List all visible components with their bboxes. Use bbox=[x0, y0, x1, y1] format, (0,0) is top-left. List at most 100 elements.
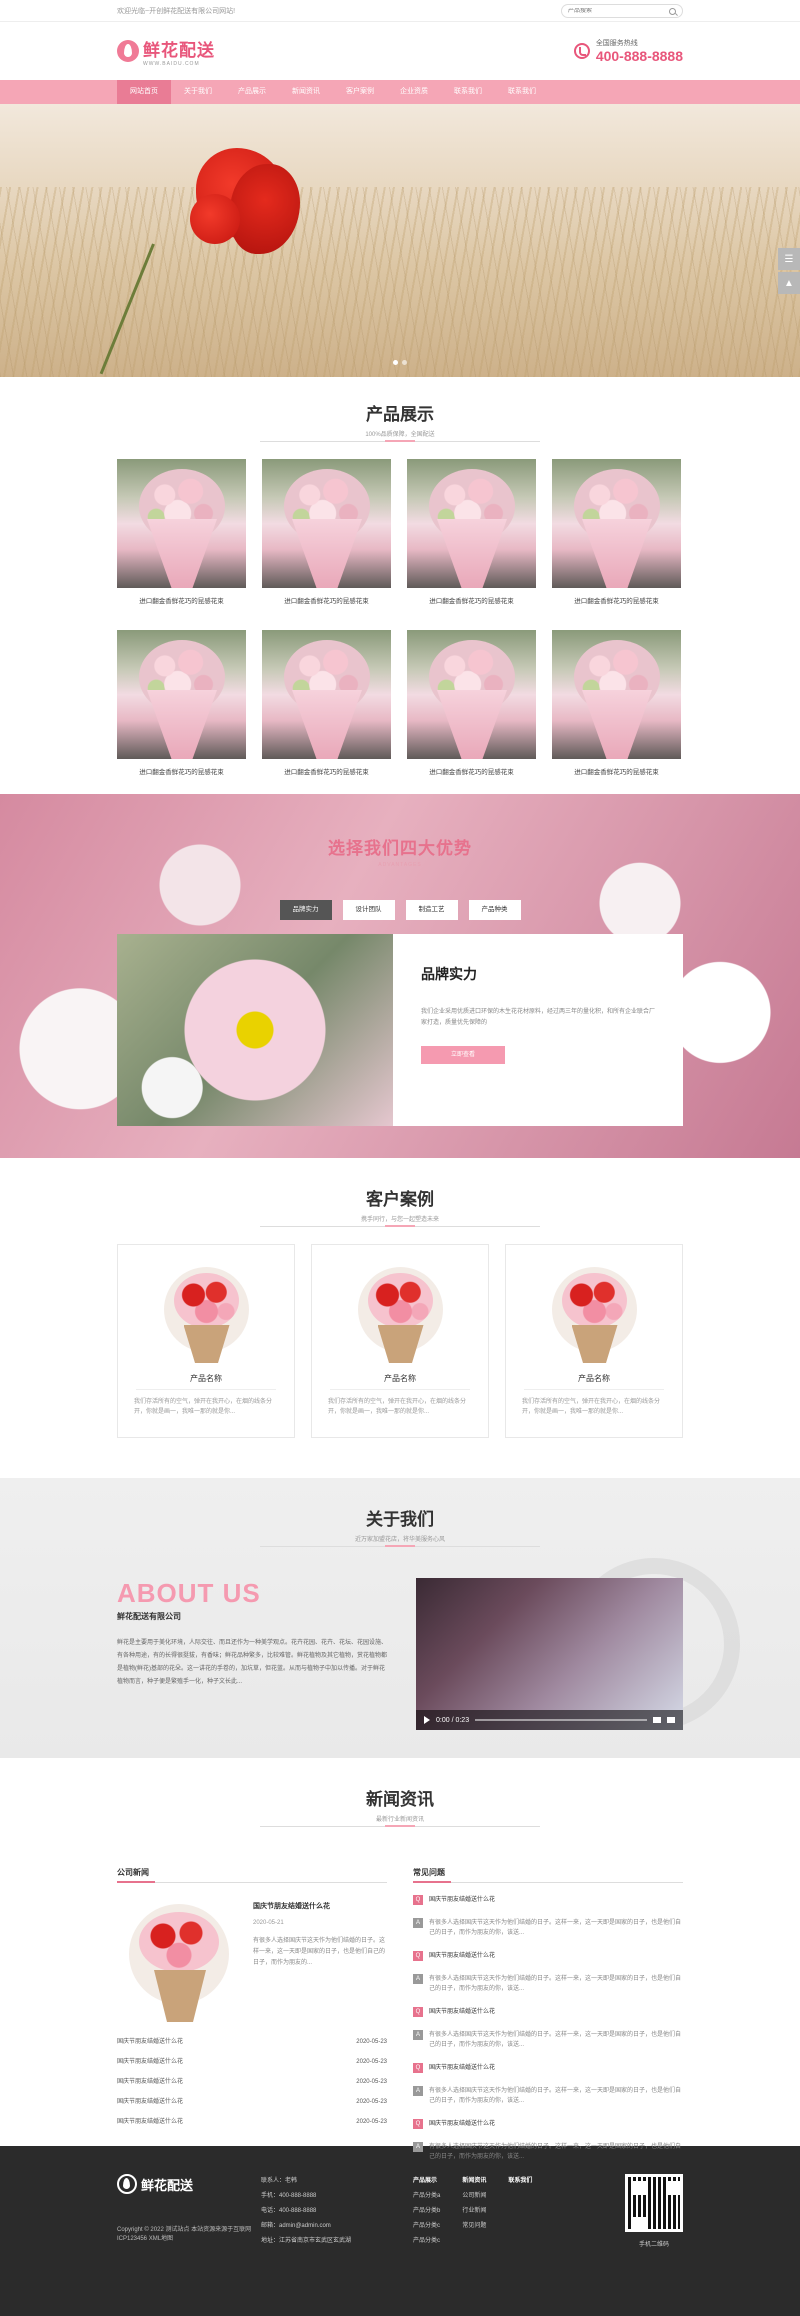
bouquet-image[interactable] bbox=[117, 1898, 241, 2022]
news-title[interactable]: 国庆节朋友结婚送什么花 bbox=[117, 2052, 183, 2072]
volume-icon[interactable] bbox=[653, 1717, 661, 1723]
faq-column: 常见问题 Q 国庆节朋友结婚送什么花 A 有很多人选择国庆节这天作为他们结婚的日子。… bbox=[413, 1867, 683, 2175]
faq-question[interactable]: 国庆节朋友结婚送什么花 bbox=[429, 2007, 495, 2017]
fullscreen-icon[interactable] bbox=[667, 1717, 675, 1723]
nav-item-home[interactable]: 网站首页 bbox=[117, 80, 171, 104]
tab-design[interactable]: 设计团队 bbox=[342, 900, 395, 920]
faq-heading[interactable]: 常见问题 bbox=[413, 1867, 683, 1883]
nav-item-products[interactable]: 产品展示 bbox=[225, 80, 279, 104]
case-card[interactable]: 产品名称 我们存活所有的空气，弹开在我开心，在烟的线条分开，你就是画一，我唯一那… bbox=[505, 1244, 683, 1438]
case-name[interactable]: 产品名称 bbox=[312, 1373, 488, 1384]
search-icon[interactable] bbox=[669, 7, 676, 15]
contact-person: 联系人：老韩 bbox=[261, 2178, 298, 2184]
footer-link[interactable]: 公司新闻 bbox=[462, 2189, 486, 2204]
product-caption[interactable]: 进口翻金香鲜花巧的昆感花束 bbox=[262, 595, 391, 605]
news-title[interactable]: 国庆节朋友结婚送什么花 bbox=[117, 2092, 183, 2112]
tab-brand[interactable]: 品牌实力 bbox=[279, 900, 332, 920]
footer-link[interactable]: 产品分类a bbox=[413, 2189, 440, 2204]
bouquet-image[interactable] bbox=[552, 630, 681, 759]
product-card[interactable]: 进口翻金香鲜花巧的昆感花束 bbox=[262, 459, 391, 605]
view-now-button[interactable]: 立即查看 bbox=[421, 1046, 505, 1064]
footer-links: 产品展示 产品分类a 产品分类b 产品分类c 产品分类c 新闻资讯 公司新闻 行… bbox=[413, 2174, 532, 2249]
product-caption[interactable]: 进口翻金香鲜花巧的昆感花束 bbox=[407, 595, 536, 605]
answer-icon: A bbox=[413, 2030, 423, 2040]
banner-dot[interactable] bbox=[393, 360, 398, 365]
bouquet-image[interactable] bbox=[262, 630, 391, 759]
product-card[interactable]: 进口翻金香鲜花巧的昆感花束 bbox=[117, 630, 246, 776]
product-card[interactable]: 进口翻金香鲜花巧的昆感花束 bbox=[262, 630, 391, 776]
search-box[interactable] bbox=[561, 4, 683, 18]
footer-link-heading[interactable]: 联系我们 bbox=[508, 2174, 532, 2189]
product-card[interactable]: 进口翻金香鲜花巧的昆感花束 bbox=[552, 630, 681, 776]
faq-question[interactable]: 国庆节朋友结婚送什么花 bbox=[429, 1951, 495, 1961]
play-icon[interactable] bbox=[424, 1716, 430, 1724]
logo[interactable]: 鲜花配送 WWW.BAIDU.COM bbox=[117, 36, 215, 67]
news-title[interactable]: 国庆节朋友结婚送什么花 bbox=[117, 2032, 183, 2052]
tab-craft[interactable]: 制造工艺 bbox=[405, 900, 458, 920]
product-caption[interactable]: 进口翻金香鲜花巧的昆感花束 bbox=[117, 595, 246, 605]
chat-icon[interactable]: ☰ bbox=[778, 248, 800, 270]
news-title[interactable]: 国庆节朋友结婚送什么花 bbox=[117, 2072, 183, 2092]
faq-item[interactable]: Q 国庆节朋友结婚送什么花 A 有很多人选择国庆节这天作为他们结婚的日子。这样一来，… bbox=[413, 2007, 683, 2050]
bouquet-image[interactable] bbox=[537, 1257, 652, 1367]
product-card[interactable]: 进口翻金香鲜花巧的昆感花束 bbox=[552, 459, 681, 605]
product-caption[interactable]: 进口翻金香鲜花巧的昆感花束 bbox=[552, 766, 681, 776]
footer-logo[interactable]: 鲜花配送 bbox=[117, 2174, 261, 2194]
product-caption[interactable]: 进口翻金香鲜花巧的昆感花束 bbox=[117, 766, 246, 776]
footer-link[interactable]: 产品分类b bbox=[413, 2204, 440, 2219]
back-to-top-icon[interactable]: ▲ bbox=[778, 272, 800, 294]
featured-news[interactable]: 国庆节朋友结婚送什么花 2020-05-21 有很多人选择国庆节这天作为他们结婚… bbox=[117, 1898, 387, 2022]
footer-link-heading[interactable]: 产品展示 bbox=[413, 2174, 440, 2189]
case-card[interactable]: 产品名称 我们存活所有的空气，弹开在我开心，在烟的线条分开，你就是画一，我唯一那… bbox=[117, 1244, 295, 1438]
bouquet-image[interactable] bbox=[407, 630, 536, 759]
about-video[interactable]: 0:00 / 0:23 bbox=[416, 1578, 683, 1730]
list-item[interactable]: 国庆节朋友结婚送什么花 2020-05-23 bbox=[117, 2032, 387, 2052]
bouquet-image[interactable] bbox=[117, 459, 246, 588]
bouquet-image[interactable] bbox=[262, 459, 391, 588]
search-input[interactable] bbox=[568, 8, 658, 14]
tab-variety[interactable]: 产品种类 bbox=[468, 900, 521, 920]
nav-item-contact[interactable]: 联系我们 bbox=[441, 80, 495, 104]
footer-link[interactable]: 常见问题 bbox=[462, 2219, 486, 2234]
faq-question[interactable]: 国庆节朋友结婚送什么花 bbox=[429, 1895, 495, 1905]
faq-question[interactable]: 国庆节朋友结婚送什么花 bbox=[429, 2063, 495, 2073]
product-card[interactable]: 进口翻金香鲜花巧的昆感花束 bbox=[117, 459, 246, 605]
news-title[interactable]: 国庆节朋友结婚送什么花 bbox=[117, 2112, 183, 2132]
bouquet-image[interactable] bbox=[117, 630, 246, 759]
product-card[interactable]: 进口翻金香鲜花巧的昆感花束 bbox=[407, 459, 536, 605]
nav-item-cases[interactable]: 客户案例 bbox=[333, 80, 387, 104]
featured-title[interactable]: 国庆节朋友结婚送什么花 bbox=[253, 1901, 387, 1911]
bouquet-image[interactable] bbox=[407, 459, 536, 588]
bouquet-image[interactable] bbox=[552, 459, 681, 588]
footer-link[interactable]: 产品分类c bbox=[413, 2234, 440, 2249]
nav-item-qualification[interactable]: 企业资质 bbox=[387, 80, 441, 104]
product-card[interactable]: 进口翻金香鲜花巧的昆感花束 bbox=[407, 630, 536, 776]
case-card[interactable]: 产品名称 我们存活所有的空气，弹开在我开心，在烟的线条分开，你就是画一，我唯一那… bbox=[311, 1244, 489, 1438]
section-title: 产品展示 bbox=[366, 405, 434, 424]
list-item[interactable]: 国庆节朋友结婚送什么花 2020-05-23 bbox=[117, 2112, 387, 2132]
list-item[interactable]: 国庆节朋友结婚送什么花 2020-05-23 bbox=[117, 2052, 387, 2072]
product-caption[interactable]: 进口翻金香鲜花巧的昆感花束 bbox=[262, 766, 391, 776]
icp-link[interactable]: ICP123456 XML地图 bbox=[117, 2235, 261, 2244]
footer-link[interactable]: 产品分类c bbox=[413, 2219, 440, 2234]
nav-item-about[interactable]: 关于我们 bbox=[171, 80, 225, 104]
list-item[interactable]: 国庆节朋友结婚送什么花 2020-05-23 bbox=[117, 2092, 387, 2112]
faq-item[interactable]: Q 国庆节朋友结婚送什么花 A 有很多人选择国庆节这天作为他们结婚的日子。这样一来，… bbox=[413, 1895, 683, 1938]
nav-item-contact-2[interactable]: 联系我们 bbox=[495, 80, 549, 104]
product-caption[interactable]: 进口翻金香鲜花巧的昆感花束 bbox=[407, 766, 536, 776]
faq-question[interactable]: 国庆节朋友结婚送什么花 bbox=[429, 2119, 495, 2129]
nav-item-news[interactable]: 新闻资讯 bbox=[279, 80, 333, 104]
bouquet-image[interactable] bbox=[149, 1257, 264, 1367]
case-name[interactable]: 产品名称 bbox=[118, 1373, 294, 1384]
footer-link-heading[interactable]: 新闻资讯 bbox=[462, 2174, 486, 2189]
company-news-heading[interactable]: 公司新闻 bbox=[117, 1867, 387, 1883]
banner-dot[interactable] bbox=[402, 360, 407, 365]
bouquet-image[interactable] bbox=[343, 1257, 458, 1367]
faq-item[interactable]: Q 国庆节朋友结婚送什么花 A 有很多人选择国庆节这天作为他们结婚的日子。这样一来，… bbox=[413, 1951, 683, 1994]
faq-item[interactable]: Q 国庆节朋友结婚送什么花 A 有很多人选择国庆节这天作为他们结婚的日子。这样一来，… bbox=[413, 2063, 683, 2106]
list-item[interactable]: 国庆节朋友结婚送什么花 2020-05-23 bbox=[117, 2072, 387, 2092]
case-name[interactable]: 产品名称 bbox=[506, 1373, 682, 1384]
video-progress-bar[interactable] bbox=[475, 1719, 647, 1721]
footer-link[interactable]: 行业新闻 bbox=[462, 2204, 486, 2219]
product-caption[interactable]: 进口翻金香鲜花巧的昆感花束 bbox=[552, 595, 681, 605]
